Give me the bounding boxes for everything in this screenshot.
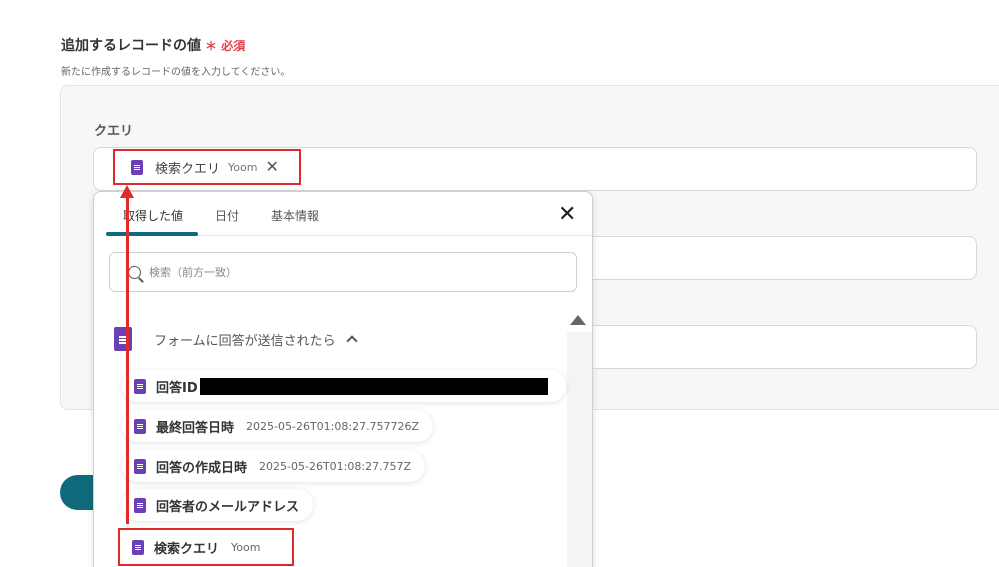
scroll-up-arrow-icon[interactable] <box>570 315 586 325</box>
annotation-arrow-head-icon <box>120 185 134 198</box>
section-description: 新たに作成するレコードの値を入力してください。 <box>61 67 291 78</box>
search-placeholder: 検索（前方一致） <box>149 266 237 279</box>
form-doc-icon <box>132 539 144 555</box>
form-doc-icon <box>134 458 146 474</box>
item-label: 最終回答日時 <box>156 420 235 436</box>
tag-label: 検索クエリ <box>155 161 221 177</box>
required-label: 必須 <box>221 39 246 53</box>
close-icon[interactable]: ✕ <box>558 204 576 226</box>
selected-value-tag[interactable]: 検索クエリ Yoom ✕ <box>113 149 301 185</box>
item-value: 2025-05-26T01:08:27.757726Z <box>246 419 420 433</box>
tag-source: Yoom <box>228 160 258 174</box>
form-doc-icon <box>134 497 146 513</box>
item-label: 検索クエリ <box>154 541 220 557</box>
scrollbar-track[interactable] <box>567 332 592 567</box>
required-asterisk: ＊ <box>205 39 218 53</box>
group-header-form-submitted[interactable]: フォームに回答が送信されたら <box>114 324 358 354</box>
redacted-value <box>199 377 548 395</box>
form-doc-icon <box>134 378 146 394</box>
value-picker-dropdown: 取得した値 日付 基本情報 ✕ 検索（前方一致） フォームに回答が送信されたら … <box>93 191 593 567</box>
item-label: 回答ID <box>156 380 198 396</box>
search-icon <box>128 265 141 279</box>
group-label: フォームに回答が送信されたら <box>154 333 336 349</box>
item-label: 回答の作成日時 <box>156 460 248 476</box>
active-tab-indicator <box>106 232 198 236</box>
item-value: 2025-05-26T01:08:27.757Z <box>259 459 412 473</box>
tag-remove-icon[interactable]: ✕ <box>265 159 278 175</box>
list-item-last-answered[interactable]: 最終回答日時 2025-05-26T01:08:27.757726Z <box>122 410 434 442</box>
list-item-response-id[interactable]: 回答ID <box>122 370 566 402</box>
tab-retrieved-values[interactable]: 取得した値 <box>123 207 183 224</box>
item-value: Yoom <box>231 540 261 554</box>
form-doc-icon <box>131 159 143 175</box>
list-item-search-query[interactable]: 検索クエリ Yoom <box>118 528 294 566</box>
section-title-text: 追加するレコードの値 <box>61 38 201 54</box>
section-title: 追加するレコードの値 ＊ 必須 <box>61 35 245 55</box>
required-mark: ＊ 必須 <box>205 39 245 53</box>
list-item-created-at[interactable]: 回答の作成日時 2025-05-26T01:08:27.757Z <box>122 450 426 482</box>
item-label: 回答者のメールアドレス <box>156 499 300 515</box>
list-item-respondent-email[interactable]: 回答者のメールアドレス <box>122 489 314 521</box>
tab-date[interactable]: 日付 <box>215 207 239 224</box>
tab-basic-info[interactable]: 基本情報 <box>271 207 319 224</box>
chevron-up-icon[interactable] <box>345 335 358 347</box>
form-doc-icon <box>134 418 146 434</box>
google-forms-icon <box>114 327 132 351</box>
annotation-arrow-line <box>126 196 129 524</box>
query-field-label: クエリ <box>94 124 134 139</box>
picker-tabs: 取得した値 日付 基本情報 <box>106 192 592 236</box>
search-input[interactable]: 検索（前方一致） <box>109 252 577 292</box>
